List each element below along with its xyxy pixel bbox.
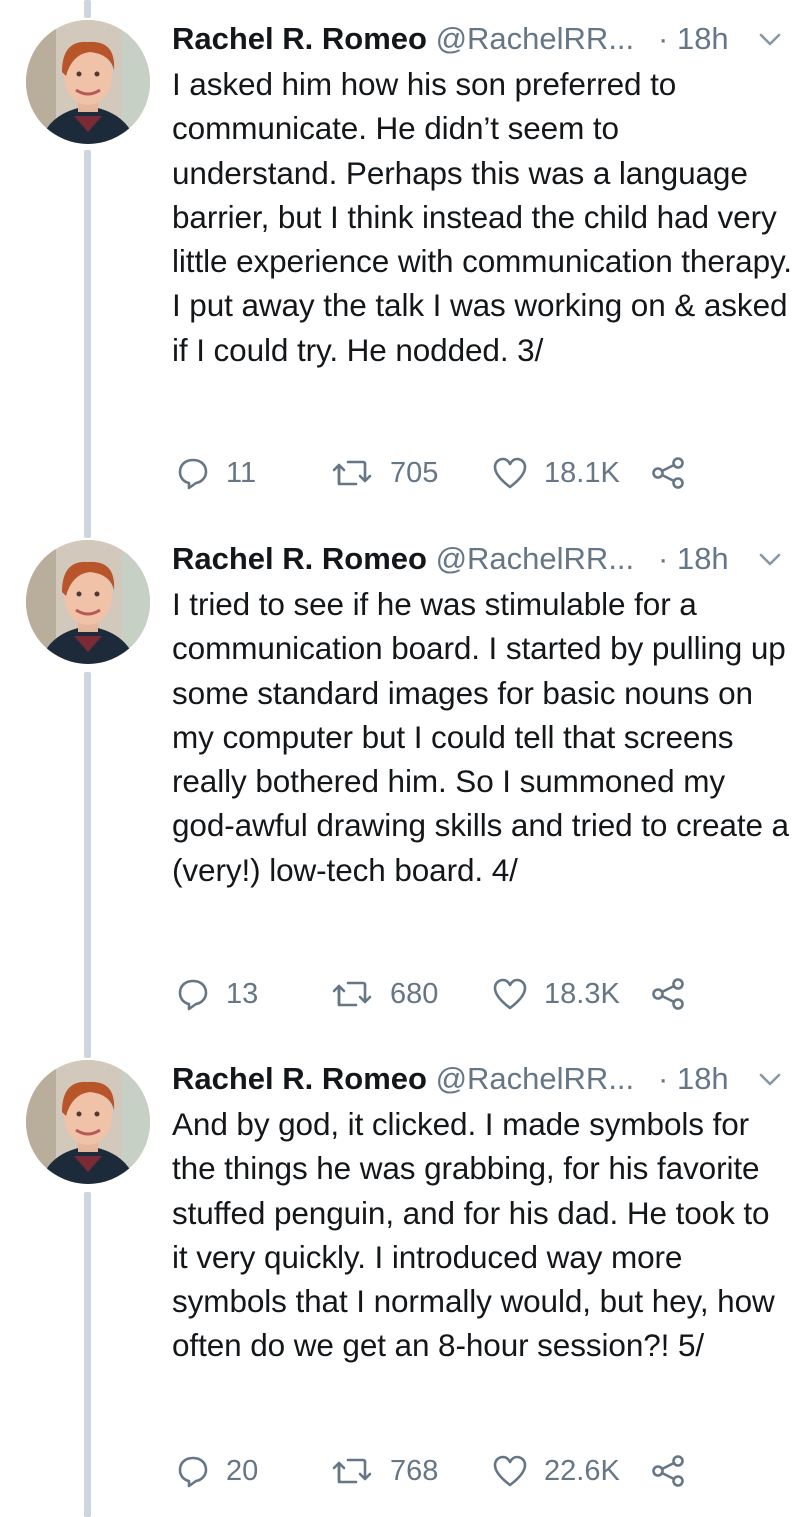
- tweet[interactable]: Rachel R. Romeo @RachelRR... · 18h I ask…: [0, 0, 810, 520]
- chevron-down-icon[interactable]: [758, 1070, 782, 1088]
- share-button[interactable]: [650, 1451, 686, 1491]
- like-button[interactable]: 18.1K: [492, 453, 620, 493]
- reply-count: 20: [226, 1454, 259, 1487]
- chevron-down-icon[interactable]: [758, 550, 782, 568]
- author-handle[interactable]: @RachelRR...: [436, 1061, 635, 1096]
- reply-button[interactable]: 13: [176, 974, 258, 1014]
- separator-dot: ·: [658, 541, 669, 576]
- author-handle[interactable]: @RachelRR...: [436, 541, 635, 576]
- avatar[interactable]: [26, 540, 150, 664]
- tweet[interactable]: Rachel R. Romeo @RachelRR... · 18h I tri…: [0, 520, 810, 1040]
- chevron-down-icon[interactable]: [758, 30, 782, 48]
- reply-icon: [178, 1456, 208, 1488]
- heart-icon: [493, 978, 527, 1010]
- retweet-icon: [332, 981, 372, 1007]
- author-name[interactable]: Rachel R. Romeo: [172, 541, 427, 576]
- reply-count: 13: [226, 977, 259, 1010]
- author-name[interactable]: Rachel R. Romeo: [172, 21, 427, 56]
- reply-button[interactable]: 11: [176, 453, 256, 493]
- timestamp[interactable]: 18h: [677, 541, 729, 576]
- retweet-icon: [332, 1458, 372, 1484]
- share-icon: [652, 1455, 684, 1487]
- author-handle[interactable]: @RachelRR...: [436, 21, 635, 56]
- author-name[interactable]: Rachel R. Romeo: [172, 1061, 427, 1096]
- heart-icon: [493, 457, 527, 489]
- avatar[interactable]: [26, 1060, 150, 1184]
- tweet[interactable]: Rachel R. Romeo @RachelRR... · 18h And b…: [0, 1040, 810, 1517]
- tweet-text: I asked him how his son preferred to com…: [172, 66, 792, 368]
- share-icon: [652, 978, 684, 1010]
- separator-dot: ·: [658, 1061, 669, 1096]
- retweet-icon: [332, 460, 372, 486]
- reply-count: 11: [226, 456, 257, 489]
- tweet-text: I tried to see if he was stimulable for …: [172, 586, 789, 888]
- tweet-text: And by god, it clicked. I made symbols f…: [172, 1106, 775, 1364]
- retweet-button[interactable]: 768: [330, 1451, 438, 1491]
- reply-icon: [178, 458, 208, 490]
- like-button[interactable]: 18.3K: [492, 974, 620, 1014]
- like-count: 18.1K: [544, 456, 620, 489]
- retweet-count: 680: [390, 977, 439, 1010]
- like-count: 18.3K: [544, 977, 620, 1010]
- retweet-button[interactable]: 680: [330, 974, 438, 1014]
- heart-icon: [493, 1455, 527, 1487]
- like-button[interactable]: 22.6K: [492, 1451, 620, 1491]
- timestamp[interactable]: 18h: [677, 21, 729, 56]
- avatar[interactable]: [26, 20, 150, 144]
- like-count: 22.6K: [544, 1454, 620, 1487]
- retweet-count: 705: [390, 456, 439, 489]
- retweet-button[interactable]: 705: [330, 453, 438, 493]
- retweet-count: 768: [390, 1454, 439, 1487]
- timestamp[interactable]: 18h: [677, 1061, 729, 1096]
- share-button[interactable]: [650, 974, 686, 1014]
- separator-dot: ·: [658, 21, 669, 56]
- reply-icon: [178, 979, 208, 1011]
- reply-button[interactable]: 20: [176, 1451, 258, 1491]
- share-icon: [652, 457, 684, 489]
- share-button[interactable]: [650, 453, 686, 493]
